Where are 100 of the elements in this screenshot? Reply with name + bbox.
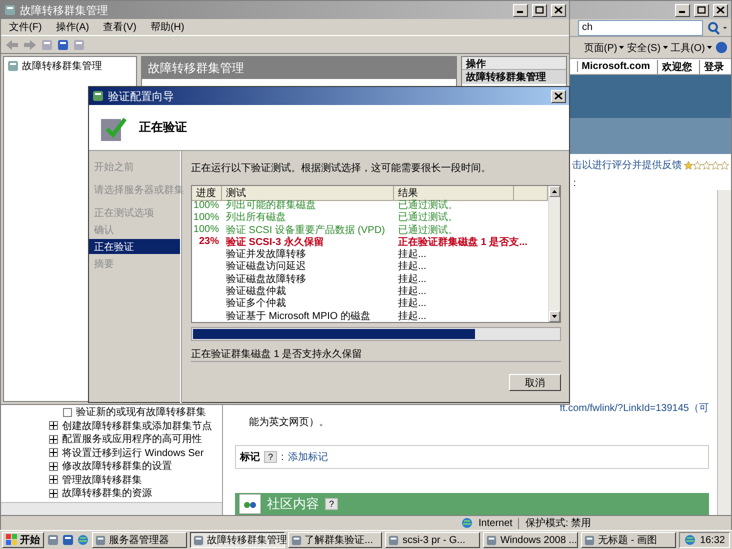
taskbar-button[interactable]: Windows 2008 ... — [483, 532, 578, 548]
search-field[interactable]: ch — [578, 20, 703, 36]
status-text: 正在验证群集磁盘 1 是否支持永久保留 — [191, 348, 364, 361]
cancel-button[interactable]: 取消 — [509, 374, 561, 391]
taskbar-button[interactable]: 故障转移群集管理 — [190, 532, 285, 548]
dialog-title: 验证配置向导 — [108, 90, 174, 104]
column-header[interactable]: 进度 — [192, 186, 222, 201]
rating-prompt[interactable]: 击以进行评分并提供反馈 — [572, 158, 682, 172]
toc-item[interactable]: 故障转移群集的资源 — [62, 486, 152, 500]
star-icon[interactable] — [684, 160, 693, 170]
toolbar-menu[interactable]: 安全(S) — [627, 40, 668, 54]
expand-icon[interactable] — [49, 475, 58, 484]
star-icon[interactable] — [711, 160, 720, 170]
help-button[interactable]: ? — [325, 498, 338, 510]
test-cell-text: 列出可能的群集磁盘 — [225, 198, 316, 212]
test-cell-text: 列出所有磁盘 — [225, 210, 286, 224]
note-text: 能为英文网页）。 — [248, 416, 329, 429]
horizontal-scrollbar[interactable] — [1, 502, 222, 515]
column-header[interactable]: 结果 — [394, 186, 514, 201]
test-cell-text: 验证基于 Microsoft MPIO 的磁盘 — [225, 310, 370, 323]
taskbar-button[interactable]: 服务器管理器 — [92, 532, 187, 548]
tree-item[interactable]: 故障转移群集管理 — [22, 59, 102, 73]
toc-item[interactable]: 配置服务或应用程序的高可用性 — [62, 432, 202, 446]
wizard-heading: 正在验证 — [139, 119, 187, 136]
result-cell-text: 挂起... — [397, 310, 426, 323]
toc-item[interactable]: 管理故障转移群集 — [62, 472, 142, 487]
wizard-step: 摘要 — [89, 256, 180, 271]
app-icon — [388, 534, 400, 546]
network-icon — [684, 534, 696, 546]
menu-item[interactable]: 操作(A) — [56, 20, 90, 34]
globe-icon — [460, 517, 473, 529]
test-cell-text: 验证 SCSI-3 永久保留 — [224, 235, 324, 248]
wizard-step: 开始之前 — [89, 159, 180, 174]
zone-status: Internet — [478, 518, 512, 528]
menu-item[interactable]: 帮助(H) — [150, 20, 184, 34]
clock: 16:32 — [700, 534, 725, 546]
progress-cell-text: 100% — [193, 200, 220, 210]
pane-header: 故障转移群集管理 — [142, 57, 456, 79]
minimize-button[interactable] — [513, 4, 528, 16]
result-cell-text: 已通过测试。 — [397, 210, 458, 224]
window-title: 故障转移群集管理 — [20, 4, 108, 18]
caret-icon — [662, 46, 668, 49]
close-button[interactable] — [713, 4, 728, 16]
header-link[interactable]: 欢迎您 — [657, 60, 696, 74]
star-icon[interactable] — [693, 160, 702, 170]
taskbar-button[interactable]: scsi-3 pr - G... — [385, 532, 480, 548]
wizard-step: 正在测试选项 — [89, 205, 180, 220]
toc-item[interactable]: 验证新的或现有故障转移群集 — [76, 405, 206, 420]
scroll-down-icon — [552, 315, 557, 318]
result-cell-text: 挂起... — [397, 296, 426, 310]
search-icon[interactable] — [706, 20, 728, 34]
menu-item[interactable]: 查看(V) — [103, 20, 136, 34]
close-button[interactable] — [551, 4, 566, 16]
vertical-scrollbar[interactable] — [548, 186, 560, 322]
flag-icon — [6, 534, 18, 546]
star-icon[interactable] — [702, 160, 711, 170]
toc-item[interactable]: 创建故障转移群集或添加群集节点 — [62, 418, 212, 433]
caret-icon — [707, 46, 712, 49]
test-cell-text: 验证多个仲裁 — [225, 296, 286, 310]
vertical-scrollbar[interactable] — [717, 190, 731, 515]
wizard-step: 正在验证 — [89, 239, 180, 254]
label-colon: : — [573, 178, 576, 188]
maximize-icon — [535, 6, 544, 14]
progress-cell-text: 100% — [193, 224, 220, 236]
header-link[interactable]: Microsoft.com — [576, 61, 654, 72]
browser-icon — [77, 534, 89, 546]
expand-icon[interactable] — [49, 488, 58, 498]
toolbar-menu[interactable]: 页面(P) — [584, 40, 624, 54]
app-icon — [95, 534, 106, 546]
minimize-button[interactable] — [675, 4, 690, 16]
result-cell-text: 挂起... — [397, 284, 426, 298]
protected-mode-status: 保护模式: 禁用 — [525, 516, 591, 530]
add-tag-link[interactable]: 添加标记 — [288, 450, 328, 464]
toc-item[interactable]: 修改故障转移群集的设置 — [62, 459, 172, 474]
help-link[interactable]: ft.com/fwlink/?LinkId=139145（可 — [560, 401, 709, 415]
expand-icon[interactable] — [49, 434, 58, 444]
expand-icon[interactable] — [49, 448, 58, 458]
restore-icon — [697, 6, 706, 14]
star-icon[interactable] — [720, 160, 729, 170]
app-icon — [192, 534, 204, 546]
toc-item[interactable]: 将设置迁移到运行 Windows Ser — [62, 446, 204, 460]
app-icon — [290, 534, 302, 546]
close-icon — [716, 6, 725, 14]
taskbar-button[interactable]: 了解群集验证... — [288, 532, 382, 548]
help-button[interactable]: ? — [264, 451, 278, 463]
maximize-button[interactable] — [532, 4, 547, 16]
column-header[interactable]: 测试 — [222, 186, 394, 201]
taskbar-button[interactable]: 无标题 - 画图 — [581, 532, 676, 548]
test-cell-text: 验证 SCSI 设备重要产品数据 (VPD) — [225, 224, 385, 236]
header-link[interactable]: 登录 — [699, 60, 728, 74]
close-button[interactable] — [551, 90, 566, 102]
actions-section[interactable]: 故障转移群集管理 — [462, 70, 566, 84]
result-cell-text: 正在验证群集磁盘 1 是否支... — [397, 236, 528, 248]
toolbar-menu[interactable]: 工具(O) — [670, 40, 712, 54]
restore-button[interactable] — [694, 4, 709, 16]
expand-icon[interactable] — [49, 421, 58, 430]
start-button[interactable]: 开始 — [2, 532, 44, 548]
menu-item[interactable]: 文件(F) — [9, 20, 42, 34]
progress-cell-text: 23% — [198, 236, 220, 248]
expand-icon[interactable] — [49, 462, 58, 471]
